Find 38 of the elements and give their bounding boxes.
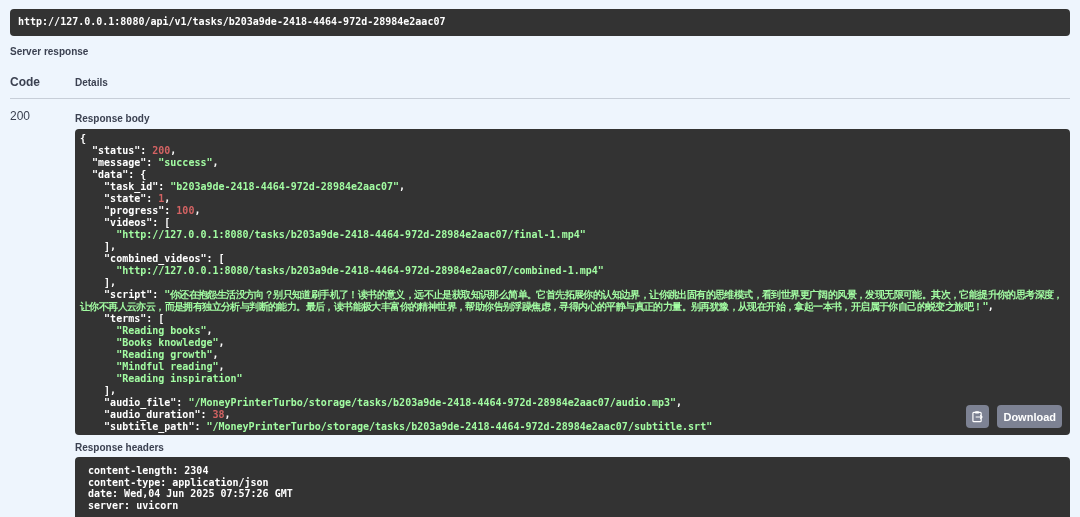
response-headers-label: Response headers — [75, 442, 165, 454]
code-line: "videos": [ — [103, 217, 171, 229]
section-title: Server response — [10, 46, 90, 59]
code-line: "audio_file": "/MoneyPrinterTurbo/storage/tasks/b203a9de-2418-4464-972d-28984e2aac07/audio.mp3", — [103, 397, 683, 409]
code-line: "audio_duration": 38, — [103, 409, 231, 421]
response-body-label: Response body — [75, 113, 151, 125]
code-line: "data": { — [91, 169, 147, 181]
code-line: "Books knowledge", — [115, 337, 225, 349]
code-line: "http://127.0.0.1:8080/tasks/b203a9de-2418-4464-972d-28984e2aac07/combined-1.mp4" — [116, 265, 604, 277]
code-line: "status": 200, — [91, 145, 177, 157]
header-line: date: Wed,04 Jun 2025 07:57:26 GMT — [88, 488, 294, 500]
column-header: Code — [10, 75, 41, 89]
code-line: "Reading growth", — [115, 349, 219, 361]
request-url-field: http://127.0.0.1:8080/api/v1/tasks/b203a9de-2418-4464-972d-28984e2aac07 — [10, 9, 1070, 36]
code-line: "message": "success", — [91, 157, 219, 169]
code-line: "task_id": "b203a9de-2418-4464-972d-28984e2aac07", — [103, 181, 406, 193]
download-button[interactable]: Download — [997, 405, 1062, 428]
code-line: "subtitle_path": "/MoneyPrinterTurbo/storage/tasks/b203a9de-2418-4464-972d-28984e2aac07/subtitle.srt" — [103, 421, 713, 433]
code-line: "state": 1, — [103, 193, 171, 205]
code-line: "Reading books", — [115, 325, 213, 337]
code-line: ], — [103, 385, 117, 397]
code-line: { — [80, 133, 87, 145]
code-line: "combined_videos": [ — [103, 253, 225, 265]
header-line: content-type: application/json — [88, 476, 270, 489]
header-line: server: uvicorn — [88, 500, 180, 512]
copy-button[interactable] — [966, 405, 990, 428]
code-line: "http://127.0.0.1:8080/tasks/b203a9de-2418-4464-972d-28984e2aac07/final-1.mp4" — [115, 229, 586, 241]
code-line: ], — [103, 277, 117, 289]
code-line: ], — [103, 241, 117, 253]
clipboard-icon — [972, 410, 984, 423]
code-line: "progress": 100, — [103, 205, 201, 217]
code-line: "Mindful reading", — [115, 361, 225, 373]
column-header: Details — [75, 76, 108, 88]
code-line: "terms": [ — [103, 313, 165, 325]
code-line: "script": "你还在抱怨生活没方向？别只知道刷手机了！读书的意义，远不止是获取知识那么简单。它首先拓展你的认知边界，让你跳出固有的思维模式，看到世界更广阔的风景，发现无限可能。其次，它能提升你的思考深度，让你不再人云亦云，而是拥有独立分析与判断的能力。最后，读书能极大丰富你的精神世界，帮助你告别浮躁焦虑，寻得内心的平静与真正的力量。别再犹豫，从现在开始，拿起一本书，开启属于你自己的蜕变之旅吧！", — [80, 289, 1064, 313]
header-line: content-length: 2304 — [88, 465, 210, 477]
code-line: "Reading inspiration" — [115, 373, 243, 385]
status-code: 200 — [10, 108, 32, 125]
